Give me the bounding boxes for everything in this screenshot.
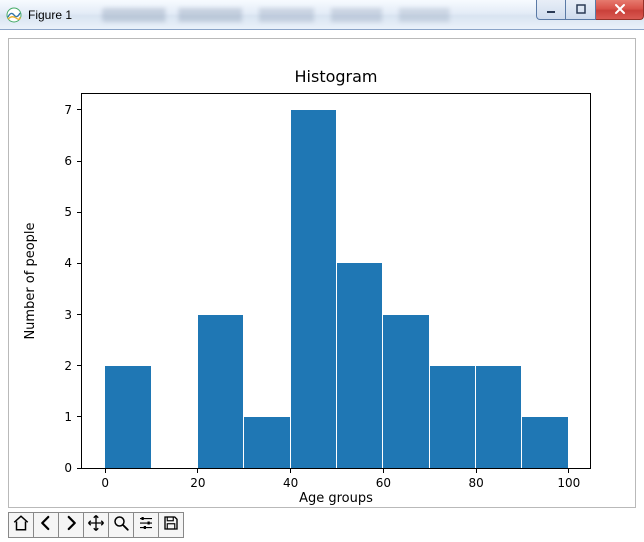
figure-canvas[interactable]: Histogram Number of people 0123456702040…: [8, 38, 636, 508]
back-button[interactable]: [33, 512, 59, 538]
minimize-button[interactable]: [536, 0, 566, 20]
x-tick-label: 0: [101, 476, 109, 490]
maximize-button[interactable]: [566, 0, 596, 20]
histogram-bar: [383, 315, 428, 468]
home-button[interactable]: [8, 512, 34, 538]
y-tick-label: 1: [64, 410, 72, 424]
x-axis-label: Age groups: [81, 491, 591, 506]
histogram-bar: [198, 315, 243, 468]
y-tick-label: 3: [64, 308, 72, 322]
window-title: Figure 1: [28, 8, 72, 22]
histogram-bar: [244, 417, 289, 468]
titlebar-blur: [102, 8, 526, 22]
y-tick-label: 5: [64, 205, 72, 219]
arrow-left-icon: [37, 514, 55, 537]
y-tick-label: 7: [64, 103, 72, 117]
arrow-right-icon: [62, 514, 80, 537]
histogram-bar: [522, 417, 567, 468]
histogram-bar: [476, 366, 521, 468]
histogram-bar: [291, 110, 336, 468]
zoom-icon: [112, 514, 130, 537]
app-icon: [6, 7, 22, 23]
sliders-icon: [137, 514, 155, 537]
x-tick-label: 80: [468, 476, 483, 490]
zoom-button[interactable]: [108, 512, 134, 538]
histogram-bar: [337, 263, 382, 468]
forward-button[interactable]: [58, 512, 84, 538]
configure-button[interactable]: [133, 512, 159, 538]
x-tick-label: 100: [557, 476, 580, 490]
x-tick-label: 60: [376, 476, 391, 490]
y-axis-label: Number of people: [23, 93, 41, 469]
nav-toolbar: [8, 512, 184, 538]
histogram-bar: [105, 366, 150, 468]
save-button[interactable]: [158, 512, 184, 538]
y-tick-label: 2: [64, 359, 72, 373]
histogram-bar: [430, 366, 475, 468]
x-tick-label: 40: [283, 476, 298, 490]
home-icon: [12, 514, 30, 537]
x-tick-label: 20: [190, 476, 205, 490]
save-icon: [162, 514, 180, 537]
pan-button[interactable]: [83, 512, 109, 538]
plot-area: 01234567020406080100: [81, 93, 591, 469]
y-tick-label: 4: [64, 256, 72, 270]
window-titlebar: Figure 1: [0, 0, 644, 30]
y-tick-label: 6: [64, 154, 72, 168]
chart-title: Histogram: [81, 67, 591, 86]
y-tick-label: 0: [64, 461, 72, 475]
close-button[interactable]: [596, 0, 644, 20]
move-icon: [87, 514, 105, 537]
